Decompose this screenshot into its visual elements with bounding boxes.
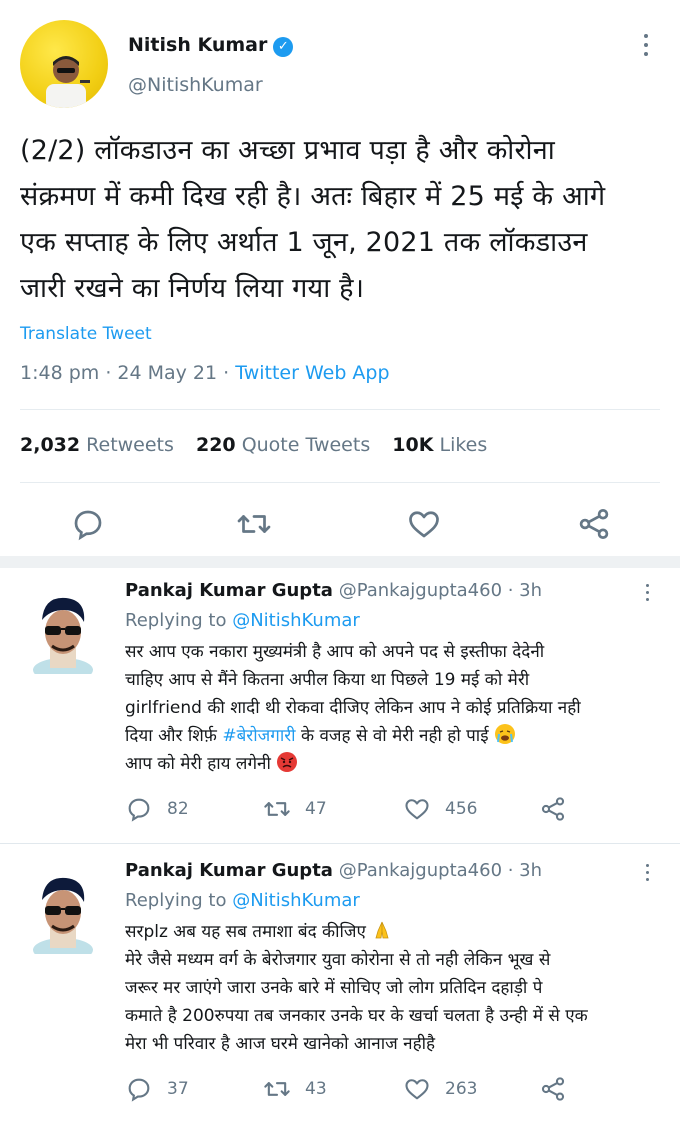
verified-badge-icon: ✓ <box>273 37 294 57</box>
tweet-text-line: संक्रमण में कमी दिख रही है। अतः बिहार मे… <box>20 181 606 212</box>
author-name[interactable]: Nitish Kumar ✓ <box>128 34 294 57</box>
retweets-label: Retweets <box>86 434 174 456</box>
tweet-stats: 2,032 Retweets 220 Quote Tweets 10K Like… <box>20 434 487 456</box>
reply-text-line: आप को मेरी हाय लगेनी <box>125 750 665 778</box>
more-options-icon[interactable] <box>640 34 652 60</box>
reply-retweet-button[interactable]: 43 <box>263 1074 327 1104</box>
more-options-icon[interactable] <box>642 864 652 888</box>
likes-count: 10K <box>392 434 434 456</box>
reply-text-segment: दिया और शिर्फ़ <box>125 726 223 746</box>
crying-face-icon <box>494 724 515 744</box>
reply-icon <box>128 798 150 822</box>
tweet-text-line: जारी रखने का निर्णय लिया गया है। <box>20 273 365 304</box>
reply-like-button[interactable]: 456 <box>403 794 477 824</box>
quote-tweets-stat[interactable]: 220 Quote Tweets <box>196 434 370 456</box>
reply-actions: 82 47 456 <box>125 794 665 830</box>
reply-text-line: सरplz अब यह सब तमाशा बंद कीजिए <box>125 918 665 946</box>
tweet-source-link[interactable]: Twitter Web App <box>235 362 389 384</box>
reply-tweet[interactable]: Pankaj Kumar Gupta @Pankajgupta460 · 3h … <box>0 572 680 842</box>
share-icon <box>541 797 565 821</box>
reply-text: सरplz अब यह सब तमाशा बंद कीजिए मेरे जैसे… <box>125 918 665 1058</box>
reply-share-button[interactable] <box>539 1074 581 1104</box>
reply-text-line: चाहिए आप से मैंने कितना अपील किया था पिछ… <box>125 670 530 690</box>
reply-text-line: सर आप एक नकारा मुख्यमंत्री है आप को अपने… <box>125 642 545 662</box>
reply-actions: 37 43 263 <box>125 1074 665 1110</box>
replying-to-handle[interactable]: @NitishKumar <box>232 890 360 911</box>
reply-count: 82 <box>167 799 189 819</box>
replying-to-label: Replying to <box>125 610 233 631</box>
tweet-text-line: (2/2) लॉकडाउन का अच्छा प्रभाव पड़ा है और… <box>20 135 555 166</box>
reply-header: Pankaj Kumar Gupta @Pankajgupta460 · 3h <box>125 860 542 881</box>
tweet-text: (2/2) लॉकडाउन का अच्छा प्रभाव पड़ा है और… <box>20 128 660 312</box>
reply-text-line: दिया और शिर्फ़ #बेरोजगारी के वजह से वो म… <box>125 722 665 750</box>
tweet-actions <box>0 500 680 548</box>
reply-text-line: जरूर मर जाएंगे जारा उनके बारे में सोचिए … <box>125 978 543 998</box>
reply-tweet[interactable]: Pankaj Kumar Gupta @Pankajgupta460 · 3h … <box>0 852 680 1122</box>
share-icon <box>541 1077 565 1101</box>
divider <box>20 409 660 410</box>
reply-count: 37 <box>167 1079 189 1099</box>
angry-face-icon <box>277 752 298 772</box>
likes-label: Likes <box>439 434 488 456</box>
person-photo-icon <box>46 56 90 108</box>
divider <box>0 843 680 844</box>
reply-text: सर आप एक नकारा मुख्यमंत्री है आप को अपने… <box>125 638 665 778</box>
tweet-text-line: एक सप्ताह के लिए अर्थात 1 जून, 2021 तक ल… <box>20 227 588 258</box>
tweet-timestamp: 1:48 pm · 24 May 21 · Twitter Web App <box>20 362 390 384</box>
reply-share-button[interactable] <box>539 794 581 824</box>
reply-like-button[interactable]: 263 <box>403 1074 477 1104</box>
author-handle[interactable]: @NitishKumar <box>128 74 263 96</box>
reply-header: Pankaj Kumar Gupta @Pankajgupta460 · 3h <box>125 580 542 601</box>
reply-avatar[interactable] <box>28 870 98 954</box>
author-avatar[interactable] <box>20 20 108 108</box>
reply-text-segment: सरplz अब यह सब तमाशा बंद कीजिए <box>125 922 372 942</box>
reply-reply-button[interactable]: 37 <box>125 1074 189 1104</box>
reply-text-line: girlfriend की शादी थी रोकवा दीजिए लेकिन … <box>125 698 581 718</box>
hashtag-link[interactable]: #बेरोजगारी <box>222 726 295 746</box>
replying-to: Replying to @NitishKumar <box>125 610 360 631</box>
section-gap <box>0 556 680 568</box>
divider <box>20 482 660 483</box>
reply-text-line: कमाते है 200रुपया तब जनकार उनके घर के खर… <box>125 1006 588 1026</box>
folded-hands-icon <box>375 921 389 939</box>
reply-reply-button[interactable]: 82 <box>125 794 189 824</box>
quote-tweets-count: 220 <box>195 434 236 456</box>
reply-author-name[interactable]: Pankaj Kumar Gupta <box>125 860 333 881</box>
retweet-count: 43 <box>305 1079 327 1099</box>
tweet-time[interactable]: 1:48 pm · 24 May 21 · <box>20 362 235 384</box>
like-icon <box>405 1079 429 1100</box>
more-options-icon[interactable] <box>642 584 652 608</box>
translate-tweet-link[interactable]: Translate Tweet <box>20 324 152 344</box>
likes-stat[interactable]: 10K Likes <box>392 434 487 456</box>
author-name-text: Nitish Kumar <box>128 34 268 56</box>
like-icon[interactable] <box>406 506 442 542</box>
retweet-count: 47 <box>305 799 327 819</box>
like-icon <box>405 799 429 820</box>
like-count: 263 <box>445 1079 478 1099</box>
reply-avatar[interactable] <box>28 590 98 674</box>
reply-author-name[interactable]: Pankaj Kumar Gupta <box>125 580 333 601</box>
retweet-icon <box>264 802 290 816</box>
quote-tweets-label: Quote Tweets <box>241 434 371 456</box>
replying-to: Replying to @NitishKumar <box>125 890 360 911</box>
reply-handle-time[interactable]: @Pankajgupta460 · 3h <box>339 580 542 601</box>
like-count: 456 <box>445 799 478 819</box>
retweets-stat[interactable]: 2,032 Retweets <box>20 434 174 456</box>
reply-retweet-button[interactable]: 47 <box>263 794 327 824</box>
share-icon[interactable] <box>576 506 612 542</box>
replying-to-label: Replying to <box>125 890 233 911</box>
reply-text-segment: के वजह से वो मेरी नही हो पाई <box>295 726 494 746</box>
reply-text-line: मेरे जैसे मध्यम वर्ग के बेरोजगार युवा को… <box>125 950 551 970</box>
reply-text-line: मेरा भी परिवार है आज घरमे खानेको आनाज नह… <box>125 1034 436 1054</box>
reply-icon[interactable] <box>70 506 106 542</box>
reply-handle-time[interactable]: @Pankajgupta460 · 3h <box>339 860 542 881</box>
reply-icon <box>128 1078 150 1102</box>
retweet-icon <box>264 1082 290 1096</box>
replying-to-handle[interactable]: @NitishKumar <box>232 610 360 631</box>
retweets-count: 2,032 <box>20 434 81 456</box>
reply-text-segment: आप को मेरी हाय लगेनी <box>125 754 277 774</box>
retweet-icon[interactable] <box>236 506 272 542</box>
